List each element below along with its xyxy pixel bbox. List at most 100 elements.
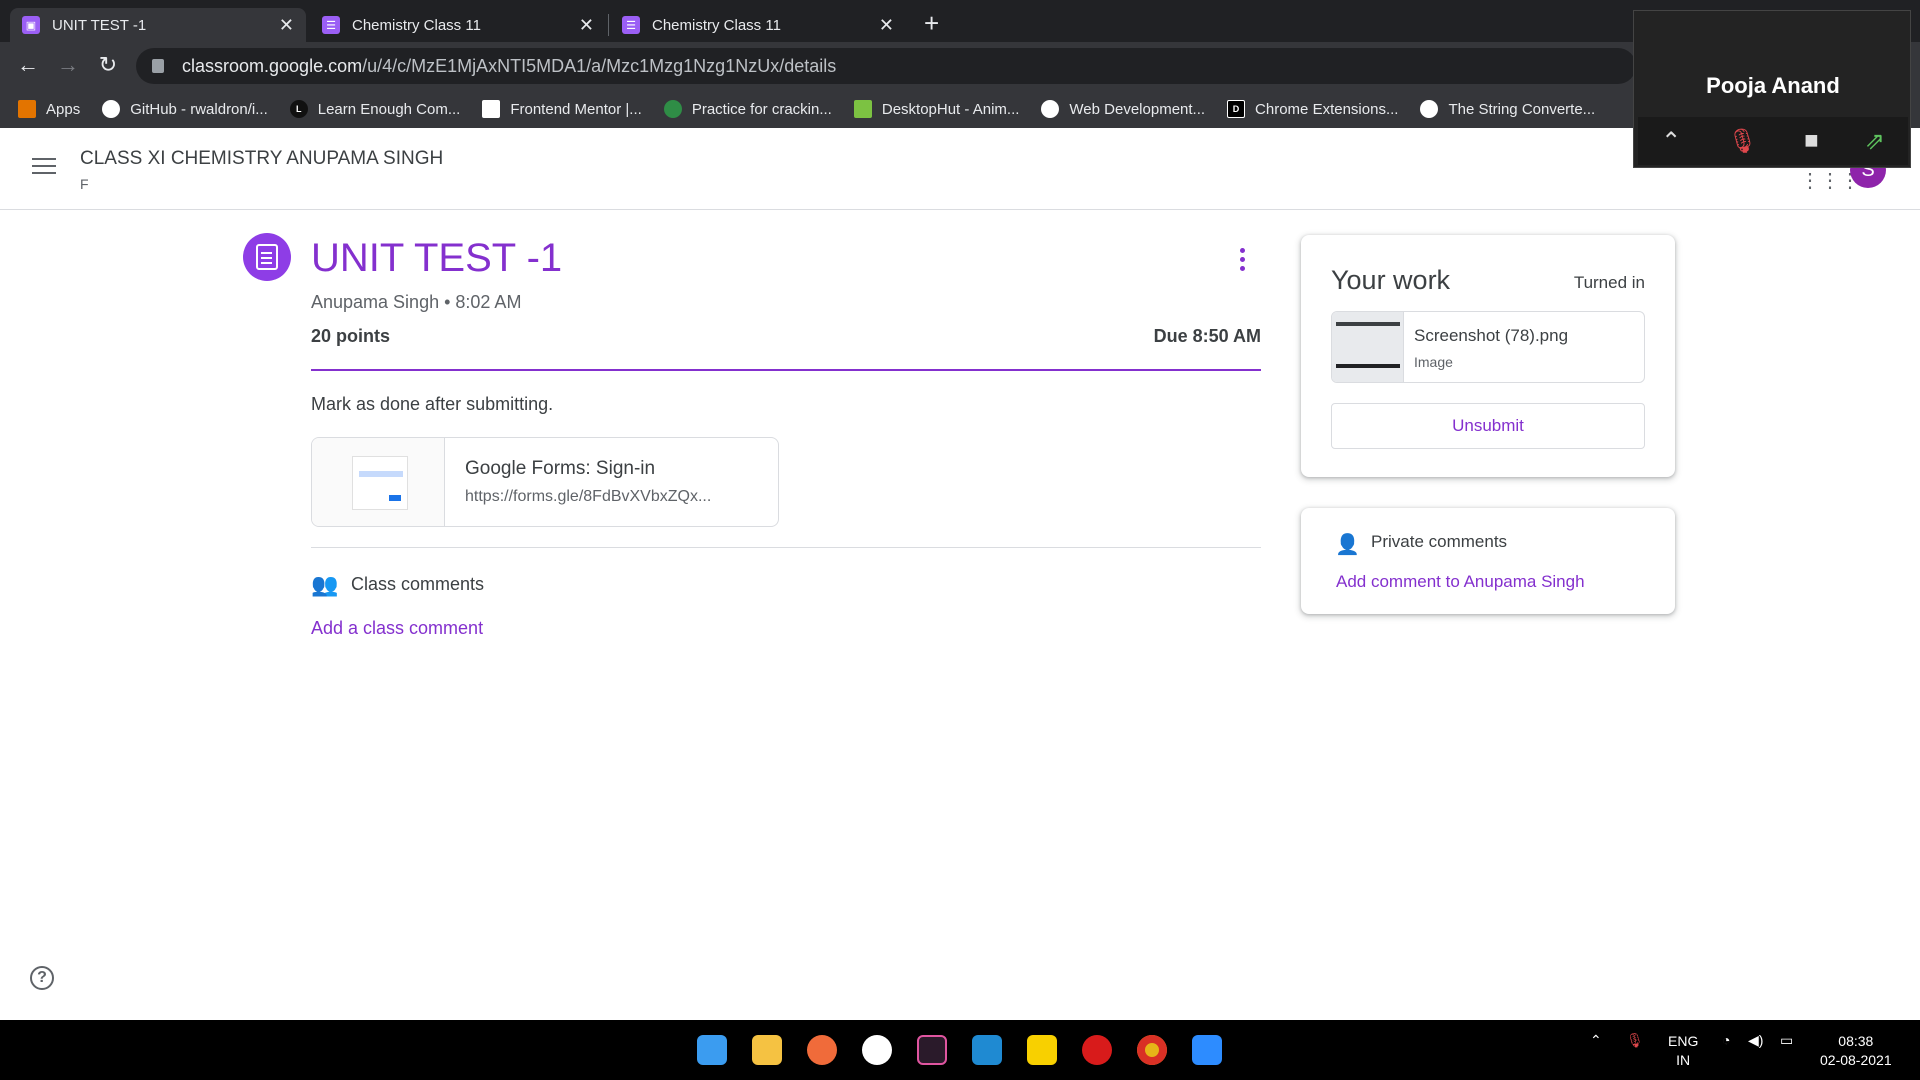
- classroom-icon: ▣: [22, 16, 40, 34]
- your-work-card: Your work Turned in Screenshot (78).png …: [1301, 235, 1675, 477]
- frontend-mentor-icon: [482, 100, 501, 118]
- tab-unit-test[interactable]: ▣ UNIT TEST -1 ✕: [10, 8, 306, 42]
- bookmark-string-converter[interactable]: The String Converte...: [1420, 100, 1595, 118]
- microphone-icon[interactable]: 🎙: [1626, 1032, 1644, 1049]
- url-field[interactable]: classroom.google.com/u/4/c/MzE1MjAxNTI5M…: [136, 48, 1636, 84]
- zoom-floating-window[interactable]: Pooja Anand ⌃ 🎙 ■ ⇗: [1633, 10, 1911, 168]
- bookmark-label: The String Converte...: [1448, 100, 1596, 118]
- bookmark-github[interactable]: GitHub - rwaldron/i...: [102, 100, 268, 118]
- apps-grid-icon: [18, 100, 36, 118]
- attachment-title: Google Forms: Sign-in: [465, 458, 656, 479]
- class-title[interactable]: CLASS XI CHEMISTRY ANUPAMA SINGH: [80, 148, 443, 170]
- chevron-up-icon[interactable]: ⌃: [1590, 1032, 1602, 1049]
- mic-muted-icon[interactable]: 🎙: [1727, 127, 1757, 156]
- bookmark-chrome-extensions[interactable]: D Chrome Extensions...: [1227, 100, 1398, 118]
- date: 02-08-2021: [1820, 1052, 1892, 1068]
- participant-name: Pooja Anand: [1706, 73, 1840, 98]
- private-comments-label: Private comments: [1371, 532, 1508, 551]
- bookmark-label: Learn Enough Com...: [317, 100, 461, 118]
- add-class-comment-link[interactable]: Add a class comment: [311, 618, 483, 639]
- url-path: /u/4/c/MzE1MjAxNTI5MDA1/a/Mzc1Mzg1Nzg1Nz…: [362, 55, 837, 76]
- file-name: Screenshot (78).png: [1414, 326, 1569, 345]
- zoom-controls: ⌃ 🎙 ■ ⇗: [1638, 117, 1908, 165]
- language-indicator[interactable]: ENG IN: [1668, 1032, 1698, 1070]
- battery-icon[interactable]: ▭: [1780, 1032, 1793, 1049]
- address-bar-row: ← → ↻ classroom.google.com/u/4/c/MzE1MjA…: [0, 42, 1920, 90]
- bookmark-frontend-mentor[interactable]: Frontend Mentor |...: [482, 100, 642, 118]
- help-icon[interactable]: ?: [30, 966, 54, 990]
- dev-icon: D: [1227, 100, 1246, 118]
- close-icon[interactable]: ✕: [579, 15, 594, 36]
- video-camera-icon[interactable]: ■: [1804, 127, 1819, 155]
- github-icon: [102, 100, 121, 118]
- assignment-due: Due 8:50 AM: [1153, 326, 1261, 346]
- private-comments-card: 👤 Private comments Add comment to Anupam…: [1301, 508, 1675, 614]
- unsubmit-button[interactable]: Unsubmit: [1331, 403, 1645, 449]
- add-private-comment-link[interactable]: Add comment to Anupama Singh: [1336, 572, 1585, 592]
- desktophut-icon: [853, 100, 872, 118]
- web-dev-icon: [1041, 100, 1060, 118]
- tab-chemistry-1[interactable]: ☰ Chemistry Class 11 ✕: [310, 8, 606, 42]
- mongodb-icon[interactable]: [862, 1035, 892, 1065]
- back-arrow-icon[interactable]: ←: [14, 52, 42, 78]
- new-tab-icon[interactable]: +: [924, 8, 939, 39]
- url-host: classroom.google.com: [182, 55, 363, 76]
- wifi-icon[interactable]: ◔: [1722, 1032, 1730, 1048]
- tab-label: Chemistry Class 11: [352, 16, 481, 34]
- reload-icon[interactable]: ↻: [94, 52, 122, 78]
- bookmark-apps[interactable]: Apps: [18, 100, 80, 118]
- bookmark-desktophut[interactable]: DesktopHut - Anim...: [853, 100, 1019, 118]
- submitted-file[interactable]: Screenshot (78).png Image: [1331, 311, 1645, 383]
- tab-chemistry-2[interactable]: ☰ Chemistry Class 11 ✕: [610, 8, 906, 42]
- class-section: F: [80, 176, 89, 192]
- file-thumbnail: [1332, 312, 1404, 382]
- bookmark-label: Chrome Extensions...: [1255, 100, 1399, 118]
- gfg-icon: [663, 100, 682, 118]
- learn-enough-icon: L: [289, 100, 308, 118]
- bookmark-label: Web Development...: [1069, 100, 1206, 118]
- divider: [311, 547, 1261, 548]
- file-type: Image: [1414, 354, 1453, 370]
- forms-icon: ☰: [622, 16, 640, 34]
- chrome-icon[interactable]: [1137, 1035, 1167, 1065]
- lock-icon: [152, 59, 164, 73]
- tab-separator: [608, 14, 609, 36]
- tab-label: UNIT TEST -1: [52, 16, 147, 34]
- bookmark-practice[interactable]: Practice for crackin...: [663, 100, 832, 118]
- assignment-description: Mark as done after submitting.: [311, 394, 554, 414]
- volume-icon[interactable]: ◀): [1748, 1032, 1763, 1049]
- more-options-icon[interactable]: [1240, 248, 1246, 275]
- sticky-notes-icon[interactable]: [1027, 1035, 1057, 1065]
- attachment-url: https://forms.gle/8FdBvXVbxZQx...: [465, 488, 712, 505]
- your-work-title: Your work: [1331, 265, 1451, 295]
- bookmark-learn-enough[interactable]: L Learn Enough Com...: [289, 100, 461, 118]
- lang-code: ENG: [1668, 1033, 1699, 1049]
- status-badge: Turned in: [1573, 273, 1645, 292]
- zoom-icon[interactable]: [1192, 1035, 1222, 1065]
- bookmark-web-dev[interactable]: Web Development...: [1041, 100, 1205, 118]
- windows-start-icon[interactable]: [697, 1035, 727, 1065]
- forward-arrow-icon[interactable]: →: [54, 52, 82, 78]
- menu-icon[interactable]: [32, 158, 56, 179]
- close-icon[interactable]: ✕: [279, 15, 294, 36]
- person-icon: 👤: [1335, 534, 1360, 556]
- people-icon: 👥: [311, 572, 339, 597]
- bookmark-label: Frontend Mentor |...: [510, 100, 642, 118]
- terminal-icon[interactable]: [917, 1035, 947, 1065]
- chevron-up-icon[interactable]: ⌃: [1661, 127, 1681, 156]
- exit-floating-icon[interactable]: ⇗: [1865, 127, 1885, 156]
- postman-icon[interactable]: [807, 1035, 837, 1065]
- assignment-title: UNIT TEST -1: [311, 236, 563, 280]
- region-code: IN: [1676, 1052, 1691, 1068]
- time: 08:38: [1838, 1033, 1874, 1049]
- vscode-icon[interactable]: [972, 1035, 1002, 1065]
- attachment-card[interactable]: Google Forms: Sign-in https://forms.gle/…: [311, 437, 779, 527]
- system-clock[interactable]: 08:38 02-08-2021: [1820, 1032, 1892, 1070]
- bookmarks-bar: Apps GitHub - rwaldron/i... L Learn Enoug…: [0, 90, 1920, 128]
- file-explorer-icon[interactable]: [752, 1035, 782, 1065]
- close-icon[interactable]: ✕: [879, 15, 894, 36]
- bookmark-label: Practice for crackin...: [691, 100, 832, 118]
- attachment-thumbnail: [312, 438, 445, 526]
- taskbar: ⌃ 🎙 ENG IN ◔ ◀) ▭ 08:38 02-08-2021: [0, 1020, 1920, 1080]
- app-icon[interactable]: [1082, 1035, 1112, 1065]
